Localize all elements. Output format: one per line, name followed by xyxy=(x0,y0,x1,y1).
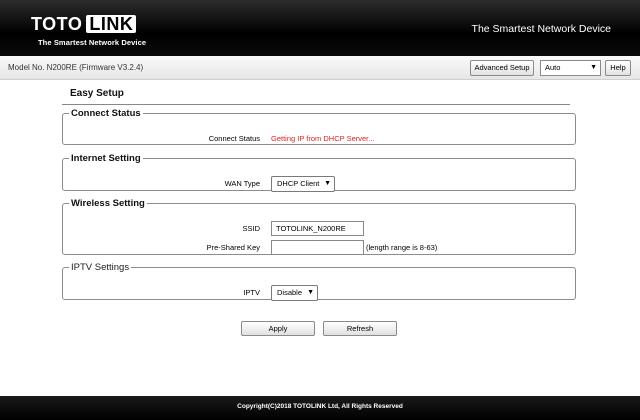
connect-status-legend: Connect Status xyxy=(71,108,141,119)
wan-type-select-value: DHCP Client xyxy=(277,179,320,188)
wireless-setting-section: Wireless Setting SSID TOTOLINK_N200RE Pr… xyxy=(62,198,576,255)
help-button[interactable]: Help xyxy=(605,60,631,76)
title-divider xyxy=(62,104,570,105)
refresh-button[interactable]: Refresh xyxy=(323,321,397,336)
ssid-label: SSID xyxy=(242,224,260,233)
chevron-down-icon: ▼ xyxy=(590,64,597,71)
logo-toto-text: TOTO xyxy=(31,14,83,34)
pre-shared-key-input[interactable] xyxy=(271,240,364,255)
chevron-down-icon: ▼ xyxy=(307,289,314,296)
chevron-down-icon: ▼ xyxy=(324,180,331,187)
totolink-logo: TOTO LINK xyxy=(31,14,137,34)
internet-setting-section: Internet Setting WAN Type DHCP Client ▼ xyxy=(62,153,576,192)
apply-button[interactable]: Apply xyxy=(241,321,315,336)
language-select-value: Auto xyxy=(545,63,561,72)
iptv-select-value: Disable xyxy=(277,288,303,297)
header-tagline: The Smartest Network Device xyxy=(471,23,611,35)
header-bar: TOTO LINK The Smartest Network Device Th… xyxy=(0,0,640,56)
connect-status-label: Connect Status xyxy=(208,134,260,143)
wan-type-label: WAN Type xyxy=(224,179,260,188)
footer-copyright: Copyright(C)2018 TOTOLINK Ltd, All Right… xyxy=(0,396,640,420)
connect-status-section: Connect Status Connect Status Getting IP… xyxy=(62,108,576,145)
connect-status-value: Getting IP from DHCP Server... xyxy=(271,134,375,143)
logo-link-text: LINK xyxy=(86,15,137,33)
logo-subtitle: The Smartest Network Device xyxy=(38,38,147,47)
wan-type-select[interactable]: DHCP Client ▼ xyxy=(271,176,335,192)
model-info: Model No. N200RE (Firmware V3.2.4) xyxy=(8,63,144,72)
toolbar: Model No. N200RE (Firmware V3.2.4) Advan… xyxy=(0,56,640,80)
iptv-settings-legend: IPTV Settings xyxy=(71,262,130,273)
page-title: Easy Setup xyxy=(70,88,124,99)
iptv-settings-section: IPTV Settings IPTV Disable ▼ xyxy=(62,262,576,301)
pre-shared-key-label: Pre-Shared Key xyxy=(206,243,260,252)
language-select[interactable]: Auto ▼ xyxy=(540,60,601,76)
iptv-select[interactable]: Disable ▼ xyxy=(271,285,318,301)
pre-shared-key-hint: (length range is 8-63) xyxy=(366,243,438,252)
iptv-label: IPTV xyxy=(243,288,260,297)
internet-setting-legend: Internet Setting xyxy=(71,153,141,164)
wireless-setting-legend: Wireless Setting xyxy=(71,198,145,209)
ssid-input[interactable]: TOTOLINK_N200RE xyxy=(271,221,364,236)
advanced-setup-button[interactable]: Advanced Setup xyxy=(470,60,534,76)
